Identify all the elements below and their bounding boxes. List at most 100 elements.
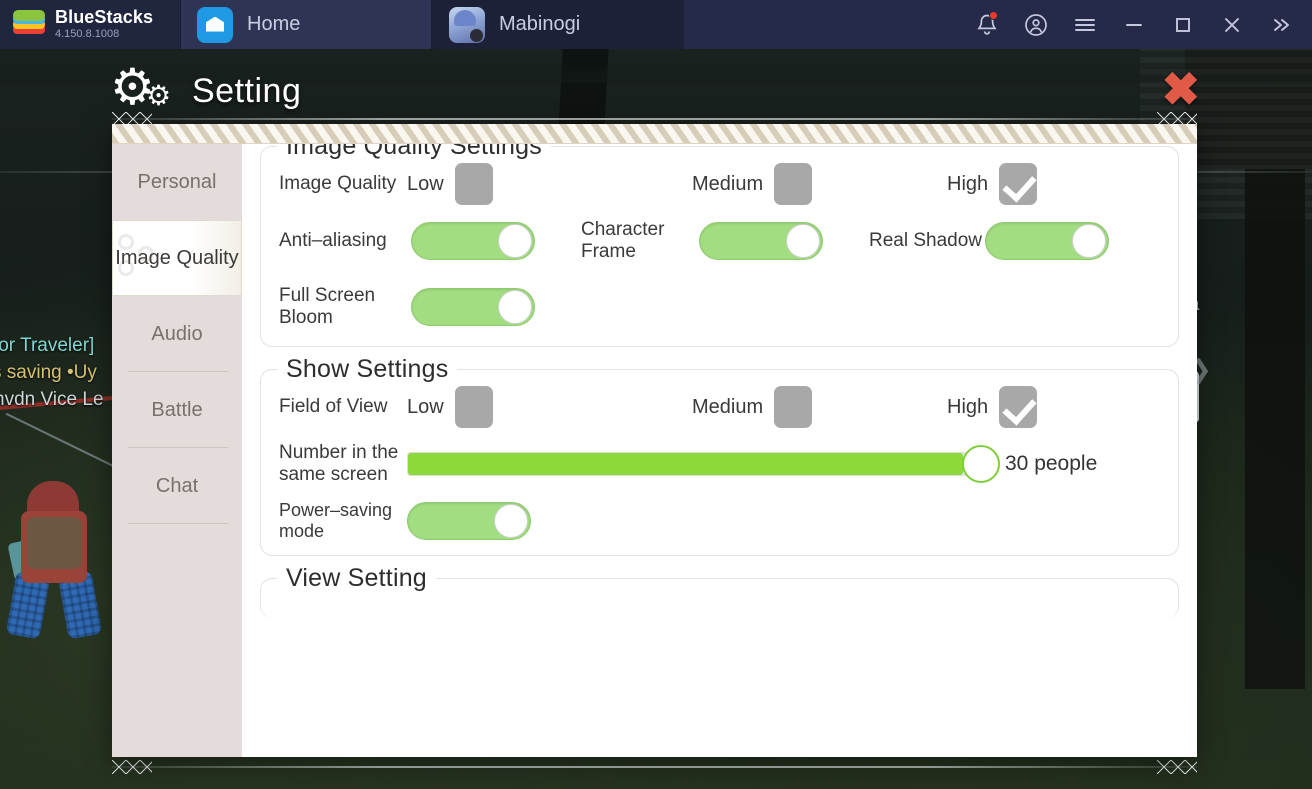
toggle-power-saving-mode[interactable] (407, 501, 531, 540)
checkbox-medium[interactable] (774, 163, 813, 205)
row-power-saving: Power–saving mode (279, 500, 1160, 541)
row-toggles-2: Full Screen Bloom (279, 285, 1160, 329)
tab-home[interactable]: Home (180, 0, 432, 49)
menu-button[interactable] (1062, 0, 1108, 49)
user-circle-icon (1025, 13, 1047, 36)
option-medium[interactable]: Medium (692, 163, 947, 205)
option-high[interactable]: High (947, 163, 1038, 205)
row-label: Real Shadow (869, 229, 983, 251)
option-high[interactable]: High (947, 386, 1038, 429)
row-image-quality: Image Quality Low Medium High (279, 163, 1160, 205)
section-image-quality: Image Quality Settings Image Quality Low… (260, 132, 1179, 348)
settings-panel: Personal Image Quality Audio Battle Chat… (112, 124, 1197, 757)
slider-fill (408, 453, 963, 476)
option-label: Medium (692, 172, 764, 195)
option-low[interactable]: Low (407, 163, 692, 205)
bluestacks-titlebar: BlueStacks 4.150.8.1008 Home Mabinogi (0, 0, 1312, 49)
account-button[interactable] (1013, 0, 1059, 49)
sidebar-item-label: Chat (155, 475, 199, 497)
minimize-button[interactable] (1111, 0, 1157, 49)
image-quality-options: Low Medium High (407, 163, 1160, 205)
slider-handle[interactable] (962, 445, 1000, 484)
tab-mabinogi[interactable]: Mabinogi (432, 0, 684, 49)
row-toggles-1: Anti–aliasing Character Frame Real Shado… (279, 219, 1160, 263)
section-legend: Show Settings (277, 355, 458, 385)
gear-icon: ⚙ ⚙ (110, 59, 172, 115)
expand-sidebar-button[interactable] (1258, 0, 1304, 49)
sidebar-item-battle[interactable]: Battle (112, 372, 242, 448)
game-fishing-rod (5, 412, 115, 468)
option-label: Low (407, 395, 444, 418)
maximize-button[interactable] (1160, 0, 1206, 49)
maximize-icon (1176, 17, 1190, 32)
slider-value-label: 30 people (1005, 452, 1098, 476)
toggle-anti-aliasing[interactable] (411, 221, 535, 260)
row-people-slider: Number in the same screen 30 people (279, 442, 1160, 486)
checkbox-high[interactable] (999, 163, 1038, 205)
checkbox-fov-high[interactable] (999, 386, 1038, 429)
option-label: Medium (692, 395, 764, 418)
close-settings-button[interactable]: ✖ (1161, 66, 1200, 112)
bluestacks-brand: BlueStacks 4.150.8.1008 (0, 0, 180, 49)
page-title: Setting (192, 71, 302, 110)
notification-badge (989, 11, 998, 20)
background-tree-right (1245, 169, 1305, 689)
section-view-setting: View Setting (260, 564, 1179, 619)
settings-content: Image Quality Settings Image Quality Low… (242, 124, 1197, 757)
row-label: Image Quality (279, 173, 397, 195)
people-slider[interactable] (407, 445, 1000, 484)
brand-name: BlueStacks (55, 7, 154, 28)
sidebar-item-personal[interactable]: Personal (112, 144, 242, 220)
game-chat-line-1: ior Traveler] (0, 335, 95, 356)
bluestacks-logo-icon (12, 8, 46, 42)
tab-label: Home (247, 13, 301, 35)
sidebar-item-label: Image Quality (115, 247, 239, 269)
option-low[interactable]: Low (407, 386, 692, 429)
home-icon (197, 6, 233, 43)
player-character (5, 481, 113, 641)
option-label: Low (407, 172, 444, 195)
sidebar-item-chat[interactable]: Chat (112, 448, 242, 524)
row-label: Power–saving mode (279, 500, 393, 541)
sidebar-item-audio[interactable]: Audio (112, 296, 242, 372)
close-window-button[interactable] (1209, 0, 1255, 49)
row-label: Field of View (279, 396, 388, 418)
mabinogi-app-icon (449, 6, 485, 43)
minimize-icon (1126, 23, 1142, 26)
people-slider-wrap: 30 people (407, 445, 1160, 484)
titlebar-controls (964, 0, 1312, 49)
celtic-braid-border (112, 124, 1197, 144)
section-show-settings: Show Settings Field of View Low Medium H… (260, 355, 1179, 557)
brand-version: 4.150.8.1008 (55, 28, 120, 41)
row-label: Number in the same screen (279, 442, 399, 486)
row-field-of-view: Field of View Low Medium High (279, 386, 1160, 429)
hamburger-menu-icon (1075, 18, 1095, 31)
checkbox-fov-low[interactable] (454, 386, 493, 429)
setting-header: ⚙ ⚙ Setting (110, 62, 301, 120)
row-label: Full Screen Bloom (279, 284, 376, 328)
row-label: Character Frame (581, 219, 665, 262)
option-label: High (947, 172, 989, 195)
notifications-button[interactable] (964, 0, 1010, 49)
row-label: Anti–aliasing (279, 229, 387, 251)
sidebar-item-image-quality[interactable]: Image Quality (112, 220, 242, 296)
checkbox-fov-medium[interactable] (774, 386, 813, 429)
tab-label: Mabinogi (499, 13, 581, 35)
close-icon (1225, 17, 1239, 32)
game-chat-line-2: s saving •Uy (0, 362, 97, 383)
sidebar-item-label: Personal (137, 171, 217, 193)
sidebar-item-label: Audio (151, 323, 203, 345)
panel-bottom-rail (112, 760, 1197, 774)
toggle-character-frame[interactable] (699, 221, 823, 260)
toggle-full-screen-bloom[interactable] (411, 287, 535, 326)
settings-sidebar: Personal Image Quality Audio Battle Chat (112, 124, 242, 757)
section-legend: View Setting (277, 564, 436, 594)
checkbox-low[interactable] (454, 163, 493, 205)
double-chevron-right-icon (1274, 18, 1289, 31)
sidebar-item-label: Battle (151, 399, 203, 421)
toggle-real-shadow[interactable] (985, 221, 1109, 260)
option-label: High (947, 395, 989, 418)
option-medium[interactable]: Medium (692, 386, 947, 429)
game-chat-line-3: hvdn Vice Le (0, 389, 104, 410)
titlebar-spacer (684, 0, 964, 49)
